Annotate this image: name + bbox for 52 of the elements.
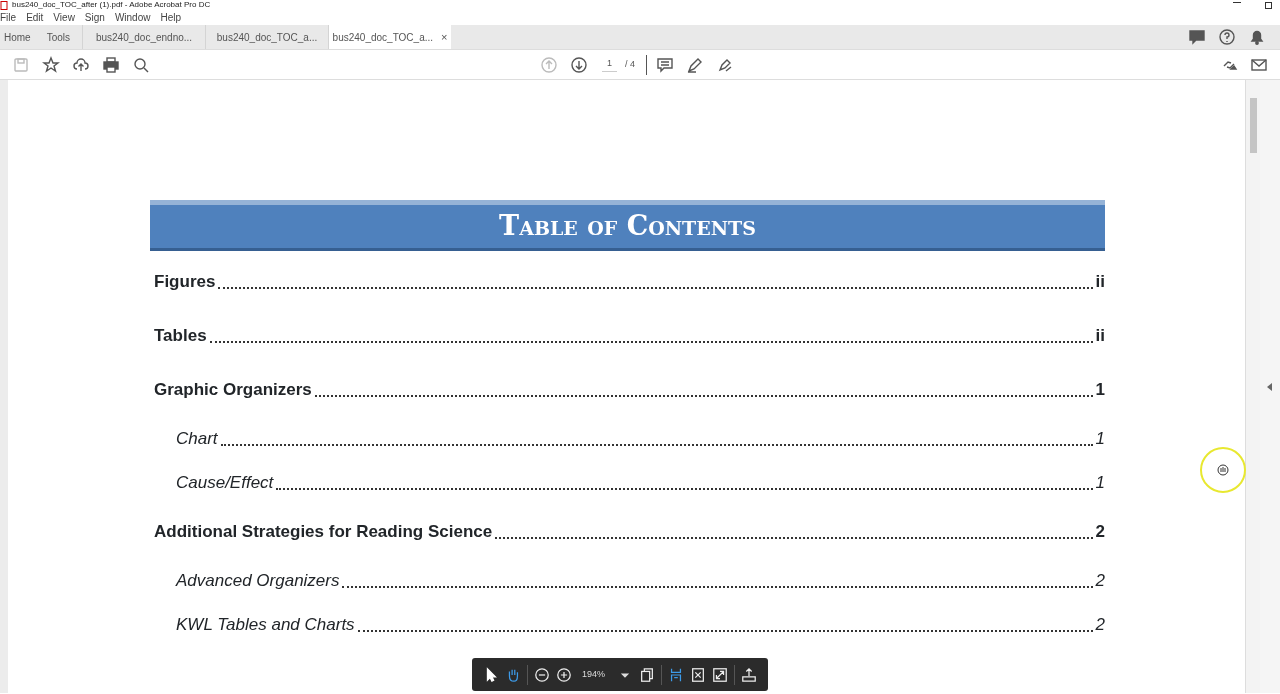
toc-entry-title[interactable]: Chart: [176, 426, 218, 452]
expand-panel-icon[interactable]: [1267, 382, 1273, 391]
page-number-field[interactable]: 1: [602, 57, 617, 72]
toc-page-number: ii: [1095, 325, 1105, 348]
toc-page-number: ii: [1095, 271, 1105, 294]
tab[interactable]: Tools: [34, 25, 83, 49]
tab[interactable]: bus240_doc_endno...: [82, 25, 206, 49]
restore-icon[interactable]: [1265, 1, 1272, 9]
cloud-upload-icon[interactable]: [72, 55, 90, 74]
menu-item[interactable]: Window: [114, 10, 151, 25]
pdf-file-icon: [0, 0, 8, 10]
menu-item[interactable]: Help: [160, 10, 182, 25]
zoom-in-icon[interactable]: [556, 666, 572, 683]
tab[interactable]: bus240_doc_TOC_a... ×: [328, 25, 452, 49]
page-count: / 4: [625, 57, 636, 71]
minimize-icon[interactable]: [1233, 1, 1241, 3]
document-heading: Table of Contents: [499, 209, 756, 244]
toc-entry-title[interactable]: Graphic Organizers: [154, 377, 312, 403]
window-title: bus240_doc_TOC_after (1).pdf - Adobe Acrobat Pro DC: [12, 0, 211, 10]
chat-icon[interactable]: [1188, 28, 1206, 46]
bell-icon[interactable]: [1248, 28, 1266, 46]
toc-page-number: 2: [1095, 614, 1105, 637]
upload-icon[interactable]: [741, 666, 758, 683]
toc-page-number: 2: [1095, 570, 1105, 593]
menu-item[interactable]: Edit: [26, 10, 44, 25]
menu-item[interactable]: View: [53, 10, 75, 25]
comment-icon[interactable]: [656, 55, 675, 74]
toc-page-number: 2: [1095, 521, 1105, 544]
toc-page-number: 1: [1095, 472, 1105, 495]
fit-page-icon[interactable]: [690, 666, 707, 683]
pages-icon[interactable]: [639, 666, 656, 683]
toc-page-number: 1: [1095, 379, 1105, 402]
zoom-dropdown[interactable]: 194%: [578, 666, 634, 683]
zoom-out-icon[interactable]: [534, 666, 550, 683]
close-icon[interactable]: ×: [441, 28, 448, 46]
full-screen-icon[interactable]: [712, 666, 729, 683]
toc-entry-title[interactable]: Cause/Effect: [176, 470, 274, 496]
toc-entry-title[interactable]: Advanced Organizers: [176, 568, 340, 594]
menu-item[interactable]: File: [0, 10, 17, 25]
star-icon[interactable]: [42, 55, 60, 74]
tab[interactable]: Home: [0, 25, 35, 49]
scrollbar[interactable]: [1245, 80, 1260, 693]
toc-page-number: 1: [1095, 428, 1105, 451]
arrow-down-circle-icon[interactable]: [570, 55, 588, 74]
search-icon[interactable]: [132, 55, 150, 74]
toc-entry-title[interactable]: Figures: [154, 269, 216, 295]
toc-entry-title[interactable]: Tables: [154, 323, 207, 349]
print-icon[interactable]: [102, 55, 120, 74]
toc-entry-title[interactable]: Additional Strategies for Reading Science: [154, 519, 493, 545]
toc-entry-title[interactable]: KWL Tables and Charts: [176, 612, 355, 638]
help-icon[interactable]: [1218, 28, 1236, 46]
menu-item[interactable]: Sign: [84, 10, 105, 25]
